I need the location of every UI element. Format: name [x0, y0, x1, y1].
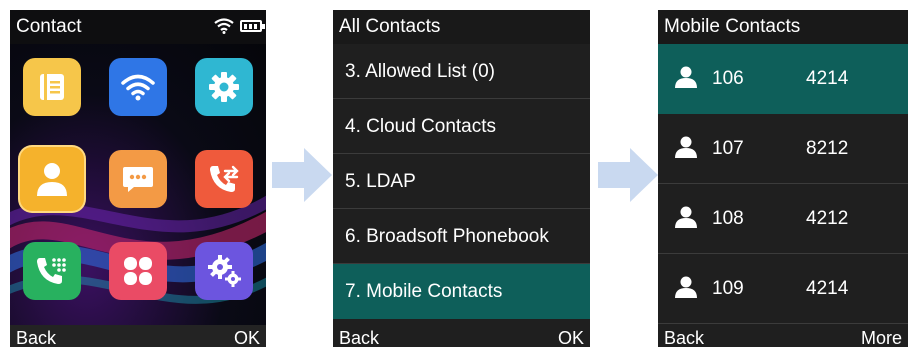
menu-item-cloud-contacts[interactable]: 4. Cloud Contacts: [333, 99, 590, 154]
phone-screen-all-contacts: All Contacts 3. Allowed List (0) 4. Clou…: [333, 10, 590, 347]
wifi-icon: [214, 18, 234, 34]
title-bar: Mobile Contacts: [658, 10, 908, 44]
softkey-bar: Back OK: [333, 325, 590, 347]
contact-name: 106: [712, 68, 744, 89]
menu-item-ldap[interactable]: 5. LDAP: [333, 154, 590, 209]
back-softkey[interactable]: Back: [339, 325, 379, 347]
status-icons: [214, 18, 265, 34]
phone-screen-mobile-contacts: Mobile Contacts 106 4214 107 8212 108 42…: [658, 10, 908, 347]
message-icon: [123, 167, 153, 192]
contact-number: 8212: [806, 138, 849, 159]
app-advanced[interactable]: [195, 242, 253, 300]
app-directory[interactable]: [23, 58, 81, 116]
app-message[interactable]: [109, 150, 167, 208]
app-features[interactable]: [109, 242, 167, 300]
contact-name: 108: [712, 208, 744, 229]
contact-name: 109: [712, 278, 744, 299]
contact-row[interactable]: 106 4214: [658, 44, 908, 114]
app-wifi[interactable]: [109, 58, 167, 116]
title-bar: Contact: [10, 10, 266, 44]
clover-icon: [124, 257, 152, 285]
person-icon: [37, 163, 67, 196]
contact-number: 4212: [806, 208, 849, 229]
app-dialpad[interactable]: [23, 242, 81, 300]
app-settings[interactable]: [195, 58, 253, 116]
person-icon: [675, 206, 697, 228]
screen-title: Mobile Contacts: [664, 16, 801, 37]
phone-dialpad-icon: [37, 258, 66, 284]
contact-number: 4214: [806, 278, 849, 299]
person-icon: [675, 276, 697, 298]
contact-name: 107: [712, 138, 744, 159]
person-icon: [675, 136, 697, 158]
wifi-icon: [121, 74, 155, 101]
call-transfer-icon: [210, 165, 239, 192]
ok-softkey[interactable]: OK: [558, 325, 584, 347]
screen-title: All Contacts: [339, 16, 441, 37]
back-softkey[interactable]: Back: [664, 325, 704, 347]
softkey-bar: Back OK: [10, 325, 266, 347]
contacts-menu-list: 3. Allowed List (0) 4. Cloud Contacts 5.…: [333, 44, 590, 319]
wallpaper: [10, 44, 266, 325]
back-softkey[interactable]: Back: [16, 325, 56, 347]
menu-item-mobile-contacts[interactable]: 7. Mobile Contacts: [333, 264, 590, 319]
contact-row[interactable]: 108 4212: [658, 184, 908, 254]
person-icon: [675, 66, 697, 88]
gears-icon: [208, 255, 241, 287]
ok-softkey[interactable]: OK: [234, 325, 260, 347]
contact-row[interactable]: 107 8212: [658, 114, 908, 184]
app-call-transfer[interactable]: [195, 150, 253, 208]
screen-title: Contact: [16, 16, 82, 37]
arrow-right-icon: [272, 148, 332, 202]
more-softkey[interactable]: More: [861, 325, 902, 347]
gear-icon: [209, 72, 239, 102]
menu-item-allowed-list[interactable]: 3. Allowed List (0): [333, 44, 590, 99]
battery-icon: [240, 20, 265, 32]
softkey-bar: Back More: [658, 325, 908, 347]
phone-screen-home: Contact Back OK: [10, 10, 266, 347]
contact-number: 4214: [806, 68, 849, 89]
contact-row[interactable]: 109 4214: [658, 254, 908, 324]
menu-item-broadsoft-phonebook[interactable]: 6. Broadsoft Phonebook: [333, 209, 590, 264]
directory-icon: [40, 74, 64, 100]
arrow-right-icon: [598, 148, 658, 202]
mobile-contacts-list: 106 4214 107 8212 108 4212 109 4214: [658, 44, 908, 324]
app-contact[interactable]: [20, 147, 84, 211]
title-bar: All Contacts: [333, 10, 590, 44]
